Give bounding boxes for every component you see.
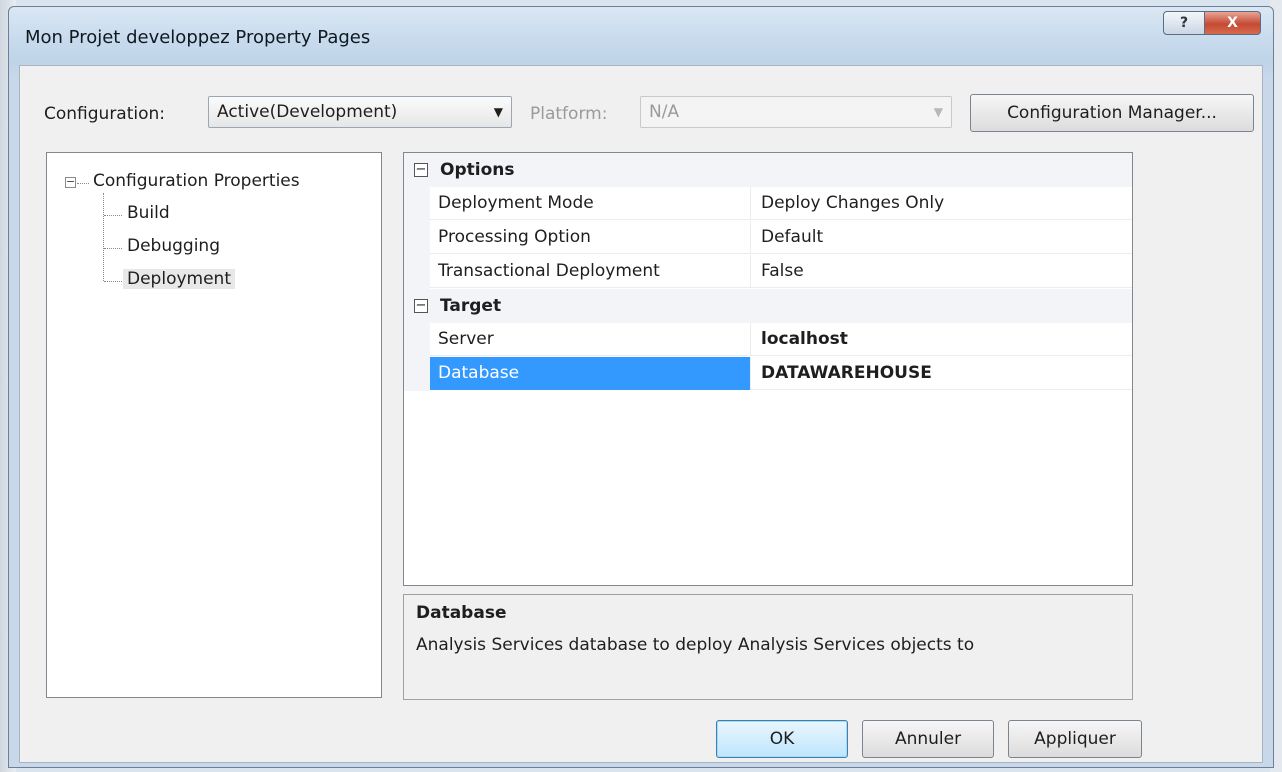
configuration-manager-button[interactable]: Configuration Manager... — [970, 94, 1254, 132]
title-bar[interactable]: Mon Projet developpez Property Pages ? X — [9, 7, 1273, 65]
chevron-down-icon: ▼ — [493, 105, 503, 119]
configuration-label: Configuration: — [44, 104, 166, 124]
property-name: Server — [430, 323, 750, 356]
tree-connector — [104, 248, 122, 249]
tree-item-configuration-properties[interactable]: Configuration Properties — [93, 171, 300, 191]
collapse-icon[interactable]: − — [65, 176, 76, 188]
help-button[interactable]: ? — [1163, 11, 1205, 35]
property-value[interactable]: Default — [750, 221, 1132, 254]
tree-connector — [104, 215, 122, 216]
property-grid: − Options Deployment Mode Deploy Changes… — [403, 152, 1133, 586]
platform-dropdown-value: N/A — [649, 102, 680, 122]
row-gutter — [404, 221, 430, 255]
platform-dropdown: N/A ▼ — [640, 96, 952, 128]
description-title: Database — [416, 603, 507, 623]
close-button[interactable]: X — [1205, 11, 1261, 35]
property-value[interactable]: Deploy Changes Only — [750, 187, 1132, 220]
property-value[interactable]: False — [750, 255, 1132, 288]
category-label: Options — [440, 160, 515, 180]
property-value[interactable]: DATAWAREHOUSE — [750, 357, 1132, 390]
help-icon: ? — [1179, 15, 1189, 31]
row-gutter — [404, 255, 430, 289]
row-gutter — [404, 323, 430, 357]
tree-connector — [77, 183, 89, 184]
property-row-database[interactable]: Database DATAWAREHOUSE — [404, 357, 1132, 391]
window-title: Mon Projet developpez Property Pages — [25, 27, 371, 48]
close-icon: X — [1227, 15, 1238, 31]
property-row-server[interactable]: Server localhost — [404, 323, 1132, 357]
configuration-tree: − Configuration Properties Build Debuggi… — [46, 152, 382, 698]
cancel-button[interactable]: Annuler — [862, 720, 994, 758]
category-options[interactable]: − Options — [404, 153, 1132, 187]
tree-connector — [104, 281, 122, 282]
chevron-down-icon: ▼ — [933, 105, 943, 119]
row-gutter — [404, 187, 430, 221]
property-name: Deployment Mode — [430, 187, 750, 220]
configuration-dropdown[interactable]: Active(Development) ▼ — [208, 96, 512, 128]
property-name: Database — [430, 357, 750, 390]
ok-button[interactable]: OK — [716, 720, 848, 758]
property-row-processing-option[interactable]: Processing Option Default — [404, 221, 1132, 255]
category-target[interactable]: − Target — [404, 289, 1132, 323]
collapse-icon[interactable]: − — [414, 299, 428, 313]
tree-item-deployment[interactable]: Deployment — [123, 269, 235, 289]
tree-item-build[interactable]: Build — [127, 203, 170, 223]
description-pane: Database Analysis Services database to d… — [403, 594, 1133, 700]
row-gutter — [404, 357, 430, 391]
configuration-dropdown-value: Active(Development) — [217, 102, 398, 122]
category-label: Target — [440, 296, 502, 316]
collapse-icon[interactable]: − — [414, 163, 428, 177]
title-bar-buttons: ? X — [1163, 11, 1261, 35]
property-name: Transactional Deployment — [430, 255, 750, 288]
property-row-deployment-mode[interactable]: Deployment Mode Deploy Changes Only — [404, 187, 1132, 221]
property-pages-dialog: Mon Projet developpez Property Pages ? X… — [8, 6, 1274, 768]
description-text: Analysis Services database to deploy Ana… — [416, 635, 975, 655]
dialog-client-area: Configuration: Active(Development) ▼ Pla… — [19, 65, 1263, 763]
apply-button[interactable]: Appliquer — [1008, 720, 1142, 758]
tree-item-debugging[interactable]: Debugging — [127, 236, 220, 256]
property-name: Processing Option — [430, 221, 750, 254]
tree-connector — [103, 193, 104, 281]
platform-label: Platform: — [530, 104, 608, 124]
property-value[interactable]: localhost — [750, 323, 1132, 356]
property-row-transactional-deployment[interactable]: Transactional Deployment False — [404, 255, 1132, 289]
